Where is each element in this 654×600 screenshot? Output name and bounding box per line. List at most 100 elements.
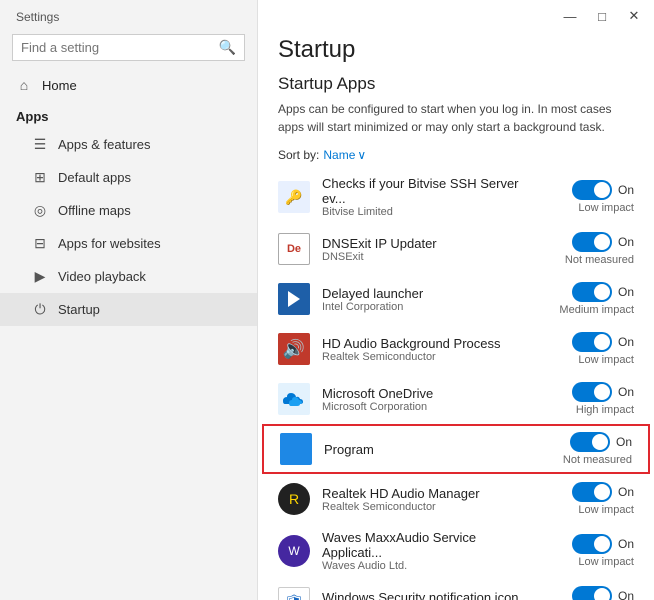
settings-title: Settings (0, 0, 257, 30)
app-name-realtek-hd: Realtek HD Audio Manager (322, 486, 532, 501)
app-info-waves: Waves MaxxAudio Service Applicati... Wav… (322, 530, 532, 572)
sidebar-item-apps-features[interactable]: ☰ Apps & features (0, 128, 257, 161)
sidebar-item-label: Apps for websites (58, 236, 161, 251)
sidebar-item-label: Apps & features (58, 137, 151, 152)
main-content: — □ ✕ Startup Startup Apps Apps can be c… (258, 0, 654, 600)
sort-value: Name (323, 148, 355, 162)
sidebar-item-apps-websites[interactable]: ⊟ Apps for websites (0, 227, 257, 260)
sidebar-item-startup[interactable]: ⏻ Startup (0, 293, 257, 326)
app-info-realtek-hd: Realtek HD Audio Manager Realtek Semicon… (322, 486, 532, 513)
video-playback-icon: ▶ (32, 268, 48, 285)
toggle-onedrive[interactable] (572, 382, 612, 402)
toggle-label-waves: On (618, 537, 634, 551)
title-bar: — □ ✕ (258, 0, 654, 32)
app-name-dnsexit: DNSExit IP Updater (322, 236, 532, 251)
app-icon-bitvise: 🔑 (278, 181, 310, 213)
app-icon-program (280, 433, 312, 465)
app-icon-onedrive (278, 383, 310, 415)
toggle-label-hd-audio: On (618, 335, 634, 349)
sort-chevron-icon: ∨ (357, 148, 366, 162)
app-icon-dnsexit: De (278, 233, 310, 265)
app-publisher-bitvise: Bitvise Limited (322, 206, 532, 218)
app-info-onedrive: Microsoft OneDrive Microsoft Corporation (322, 386, 532, 413)
sort-label: Sort by: (278, 148, 319, 162)
sort-bar: Sort by: Name ∨ (258, 146, 654, 170)
app-toggle-area-delayed-launcher: On Medium impact (544, 282, 634, 316)
toggle-label-windows-security: On (618, 589, 634, 600)
app-icon-windows-security: 🛡 (278, 587, 310, 600)
app-publisher-delayed-launcher: Intel Corporation (322, 301, 532, 313)
app-item-hd-audio: 🔊 HD Audio Background Process Realtek Se… (258, 324, 654, 374)
app-name-windows-security: Windows Security notification icon (322, 590, 532, 600)
toggle-label-delayed-launcher: On (618, 285, 634, 299)
sidebar: Settings 🔍 ⌂ Home Apps ☰ Apps & features… (0, 0, 258, 600)
maximize-button[interactable]: □ (590, 4, 614, 28)
sidebar-item-label: Startup (58, 302, 100, 317)
toggle-label-program: On (616, 435, 632, 449)
apps-websites-icon: ⊟ (32, 235, 48, 252)
app-name-bitvise: Checks if your Bitvise SSH Server ev... (322, 176, 532, 206)
close-button[interactable]: ✕ (622, 4, 646, 28)
app-item-program: Program On Not measured (262, 424, 650, 474)
apps-list: 🔑 Checks if your Bitvise SSH Server ev..… (258, 170, 654, 600)
toggle-windows-security[interactable] (572, 586, 612, 600)
app-toggle-area-bitvise: On Low impact (544, 180, 634, 214)
app-toggle-area-onedrive: On High impact (544, 382, 634, 416)
section-title: Startup Apps (258, 72, 654, 100)
toggle-hd-audio[interactable] (572, 332, 612, 352)
sidebar-item-default-apps[interactable]: ⊞ Default apps (0, 161, 257, 194)
search-input[interactable] (21, 40, 219, 55)
offline-maps-icon: ◎ (32, 202, 48, 219)
app-info-hd-audio: HD Audio Background Process Realtek Semi… (322, 336, 532, 363)
default-apps-icon: ⊞ (32, 169, 48, 186)
app-toggle-area-hd-audio: On Low impact (544, 332, 634, 366)
impact-label-program: Not measured (563, 454, 632, 466)
app-name-hd-audio: HD Audio Background Process (322, 336, 532, 351)
app-item-realtek-hd: R Realtek HD Audio Manager Realtek Semic… (258, 474, 654, 524)
nav-section-apps: Apps (0, 101, 257, 128)
sidebar-item-label: Video playback (58, 269, 146, 284)
app-info-windows-security: Windows Security notification icon Micro… (322, 590, 532, 600)
app-icon-delayed-launcher (278, 283, 310, 315)
toggle-dnsexit[interactable] (572, 232, 612, 252)
app-toggle-area-windows-security: On Low impact (544, 586, 634, 600)
toggle-bitvise[interactable] (572, 180, 612, 200)
sort-dropdown[interactable]: Name ∨ (323, 148, 366, 162)
app-item-dnsexit: De DNSExit IP Updater DNSExit On Not mea… (258, 224, 654, 274)
app-toggle-area-realtek-hd: On Low impact (544, 482, 634, 516)
app-info-delayed-launcher: Delayed launcher Intel Corporation (322, 286, 532, 313)
impact-label-hd-audio: Low impact (578, 354, 634, 366)
toggle-label-dnsexit: On (618, 235, 634, 249)
toggle-realtek-hd[interactable] (572, 482, 612, 502)
app-item-delayed-launcher: Delayed launcher Intel Corporation On Me… (258, 274, 654, 324)
impact-label-onedrive: High impact (576, 404, 634, 416)
app-item-windows-security: 🛡 Windows Security notification icon Mic… (258, 578, 654, 600)
search-box[interactable]: 🔍 (12, 34, 245, 61)
app-icon-waves: W (278, 535, 310, 567)
toggle-waves[interactable] (572, 534, 612, 554)
app-name-waves: Waves MaxxAudio Service Applicati... (322, 530, 532, 560)
sidebar-item-offline-maps[interactable]: ◎ Offline maps (0, 194, 257, 227)
nav-home[interactable]: ⌂ Home (0, 69, 257, 101)
app-info-dnsexit: DNSExit IP Updater DNSExit (322, 236, 532, 263)
app-info-bitvise: Checks if your Bitvise SSH Server ev... … (322, 176, 532, 218)
sidebar-item-video-playback[interactable]: ▶ Video playback (0, 260, 257, 293)
app-publisher-hd-audio: Realtek Semiconductor (322, 351, 532, 363)
home-icon: ⌂ (16, 77, 32, 93)
toggle-program[interactable] (570, 432, 610, 452)
app-publisher-realtek-hd: Realtek Semiconductor (322, 501, 532, 513)
impact-label-delayed-launcher: Medium impact (559, 304, 634, 316)
sidebar-item-label: Default apps (58, 170, 131, 185)
app-item-waves: W Waves MaxxAudio Service Applicati... W… (258, 524, 654, 578)
startup-icon: ⏻ (32, 301, 48, 318)
search-icon: 🔍 (219, 39, 236, 56)
minimize-button[interactable]: — (558, 4, 582, 28)
apps-features-icon: ☰ (32, 136, 48, 153)
app-info-program: Program (324, 442, 530, 457)
impact-label-realtek-hd: Low impact (578, 504, 634, 516)
app-name-program: Program (324, 442, 530, 457)
app-publisher-onedrive: Microsoft Corporation (322, 401, 532, 413)
app-item-onedrive: Microsoft OneDrive Microsoft Corporation… (258, 374, 654, 424)
toggle-delayed-launcher[interactable] (572, 282, 612, 302)
app-toggle-area-waves: On Low impact (544, 534, 634, 568)
